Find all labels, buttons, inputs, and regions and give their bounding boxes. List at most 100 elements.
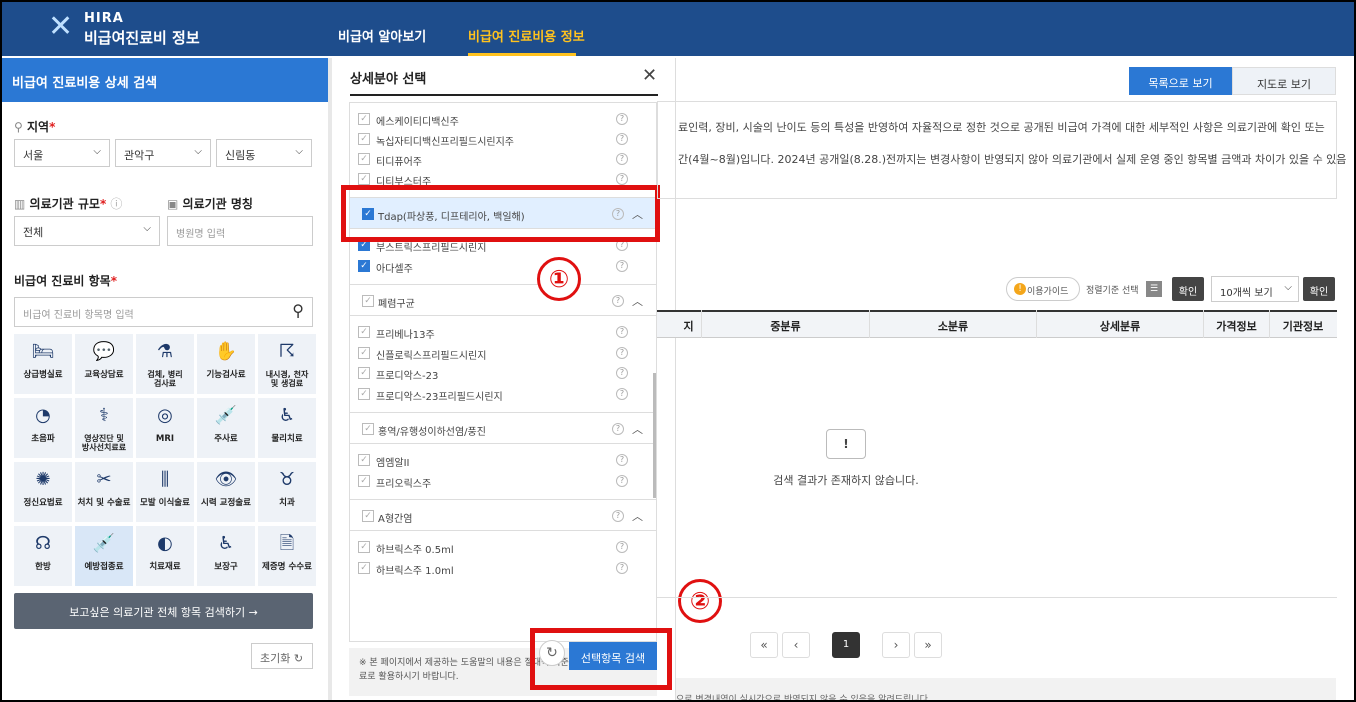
chevron-up-icon[interactable]: ︿ (632, 293, 643, 309)
hospital-name-input[interactable]: 병원명 입력 (167, 216, 313, 246)
checkbox[interactable]: ✓ (358, 260, 370, 272)
nav-cost-info[interactable]: 비급여 진료비용 정보 (468, 26, 585, 45)
tile-material[interactable]: ◐ 치료재료 (136, 526, 194, 586)
tab-map-view[interactable]: 지도로 보기 (1232, 67, 1336, 95)
hair-icon: ⫼ (160, 469, 170, 490)
tile-vaccination[interactable]: 💉 예방접종료 (75, 526, 133, 586)
region-district-select[interactable]: 관악구 ⌵ (115, 139, 211, 167)
acupuncture-icon: ☊ (35, 533, 51, 554)
checkbox[interactable]: ✓ (358, 326, 370, 338)
help-icon[interactable]: ? (612, 510, 624, 522)
checkbox[interactable]: ✓ (358, 541, 370, 553)
sort-menu-icon[interactable]: ☰ (1146, 281, 1162, 297)
tile-oriental[interactable]: ☊ 한방 (14, 526, 72, 586)
help-icon[interactable]: ? (612, 295, 624, 307)
psych-icon: ✺ (35, 469, 51, 490)
list-item[interactable]: ✓ 프리오릭스주? (350, 471, 650, 491)
checkbox[interactable]: ✓ (358, 388, 370, 400)
group-pneumococcal[interactable]: ✓ 폐렴구균? ︿ (350, 284, 656, 316)
per-page-confirm-button[interactable]: 확인 (1303, 277, 1335, 301)
list-item[interactable]: ✓ 녹십자티디백신프리필드시린지주? (350, 129, 650, 149)
list-scrollbar[interactable] (653, 373, 656, 498)
list-item[interactable]: ✓ 프로디악스-23? (350, 363, 650, 383)
help-icon[interactable]: ? (616, 326, 628, 338)
checkbox[interactable]: ✓ (358, 173, 370, 185)
help-icon[interactable]: ? (616, 541, 628, 553)
list-item[interactable]: ✓ 하브릭스주 1.0ml? (350, 558, 650, 578)
scale-select[interactable]: 전체 ⌵ (14, 216, 160, 246)
help-icon[interactable]: ? (612, 423, 624, 435)
tile-counsel[interactable]: 💬 교육상담료 (75, 334, 133, 394)
checkbox[interactable]: ✓ (358, 133, 370, 145)
tile-imaging[interactable]: ⚕ 영상진단 및 방사선치료료 (75, 398, 133, 458)
help-icon[interactable]: ? (616, 113, 628, 125)
tile-surgery[interactable]: ✂ 처치 및 수술료 (75, 462, 133, 522)
region-dong-select[interactable]: 신림동 ⌵ (216, 139, 312, 167)
tile-injection[interactable]: 💉 주사료 (197, 398, 255, 458)
checkbox[interactable]: ✓ (362, 295, 374, 307)
help-icon[interactable]: ? (616, 133, 628, 145)
tile-vision[interactable]: 👁 시력 교정술료 (197, 462, 255, 522)
help-icon[interactable]: ? (616, 153, 628, 165)
list-item[interactable]: ✓ 아다셀주? (350, 256, 650, 276)
search-all-button[interactable]: 보고싶은 의료기관 전체 항목 검색하기 → (14, 593, 313, 629)
search-icon[interactable]: ⚲ (292, 301, 304, 320)
per-page-select[interactable]: 10개씩 보기 ⌵ (1211, 276, 1299, 302)
region-city-select[interactable]: 서울 ⌵ (14, 139, 110, 167)
checkbox[interactable]: ✓ (358, 454, 370, 466)
list-item[interactable]: ✓ 프리베나13주? (350, 322, 650, 342)
tile-certificate[interactable]: 🗎 제증명 수수료 (258, 526, 316, 586)
help-icon[interactable]: ? (616, 454, 628, 466)
tile-physio[interactable]: ♿ 물리치료 (258, 398, 316, 458)
page-number[interactable]: 1 (832, 632, 860, 658)
help-icon[interactable]: ? (616, 388, 628, 400)
items-search-input[interactable]: 비급여 진료비 항목명 입력 ⚲ (14, 297, 313, 327)
list-item[interactable]: ✓ 에스케이티디백신주? (350, 109, 650, 129)
tile-mri[interactable]: ◎ MRI (136, 398, 194, 458)
tab-list-view[interactable]: 목록으로 보기 (1129, 67, 1232, 95)
tile-specimen[interactable]: ⚗ 검체, 병리 검사료 (136, 334, 194, 394)
tile-ward[interactable]: 🛏 상급병실료 (14, 334, 72, 394)
prev-page-button[interactable]: ‹ (782, 632, 810, 658)
first-page-button[interactable]: « (750, 632, 778, 658)
last-page-button[interactable]: » (914, 632, 942, 658)
list-item[interactable]: ✓ 하브릭스주 0.5ml? (350, 537, 650, 557)
checkbox[interactable]: ✓ (358, 562, 370, 574)
tile-hair[interactable]: ⫼ 모발 이식술료 (136, 462, 194, 522)
tile-endoscopy[interactable]: ☈ 내시경, 천자 및 생검료 (258, 334, 316, 394)
list-item[interactable]: ✓ 신플로릭스프리필드시린지? (350, 343, 650, 363)
tile-psych[interactable]: ✺ 정신요법료 (14, 462, 72, 522)
tile-function[interactable]: ✋ 기능검사료 (197, 334, 255, 394)
group-hepatitis-a[interactable]: ✓ A형간염? ︿ (350, 499, 656, 531)
list-item[interactable]: ✓ 프로디악스-23프리필드시린지? (350, 384, 650, 404)
tile-dental[interactable]: ♉ 치과 (258, 462, 316, 522)
group-mmr[interactable]: ✓ 홍역/유행성이하선염/풍진? ︿ (350, 412, 656, 444)
chevron-up-icon[interactable]: ︿ (632, 508, 643, 524)
user-guide-button[interactable]: ! 이용가이드 (1006, 277, 1080, 301)
checkbox[interactable]: ✓ (358, 153, 370, 165)
list-item[interactable]: ✓ 엠엠알II? (350, 450, 650, 470)
sort-confirm-button[interactable]: 확인 (1172, 277, 1204, 301)
checkbox[interactable]: ✓ (358, 347, 370, 359)
nav-learn[interactable]: 비급여 알아보기 (338, 26, 426, 45)
checkbox[interactable]: ✓ (362, 423, 374, 435)
checkbox[interactable]: ✓ (362, 510, 374, 522)
footer-note: 으로 변경내역이 실시간으로 반영되지 않을 수 있음을 알려드립니다. (676, 678, 1336, 700)
help-icon[interactable]: ? (616, 562, 628, 574)
reset-button[interactable]: 초기화 ↻ (251, 643, 313, 669)
next-page-button[interactable]: › (882, 632, 910, 658)
checkbox[interactable]: ✓ (358, 367, 370, 379)
list-item[interactable]: ✓ 티디퓨어주? (350, 149, 650, 169)
tile-ultrasound[interactable]: ◔ 초음파 (14, 398, 72, 458)
close-icon[interactable]: ✕ (642, 65, 657, 86)
tile-equipment[interactable]: ♿ 보장구 (197, 526, 255, 586)
chevron-up-icon[interactable]: ︿ (632, 421, 643, 437)
checkbox[interactable]: ✓ (358, 113, 370, 125)
help-icon[interactable]: ⓘ (110, 197, 122, 211)
help-icon[interactable]: ? (616, 475, 628, 487)
help-icon[interactable]: ? (616, 260, 628, 272)
help-icon[interactable]: ? (616, 347, 628, 359)
help-icon[interactable]: ? (616, 367, 628, 379)
help-icon[interactable]: ? (616, 173, 628, 185)
checkbox[interactable]: ✓ (358, 475, 370, 487)
